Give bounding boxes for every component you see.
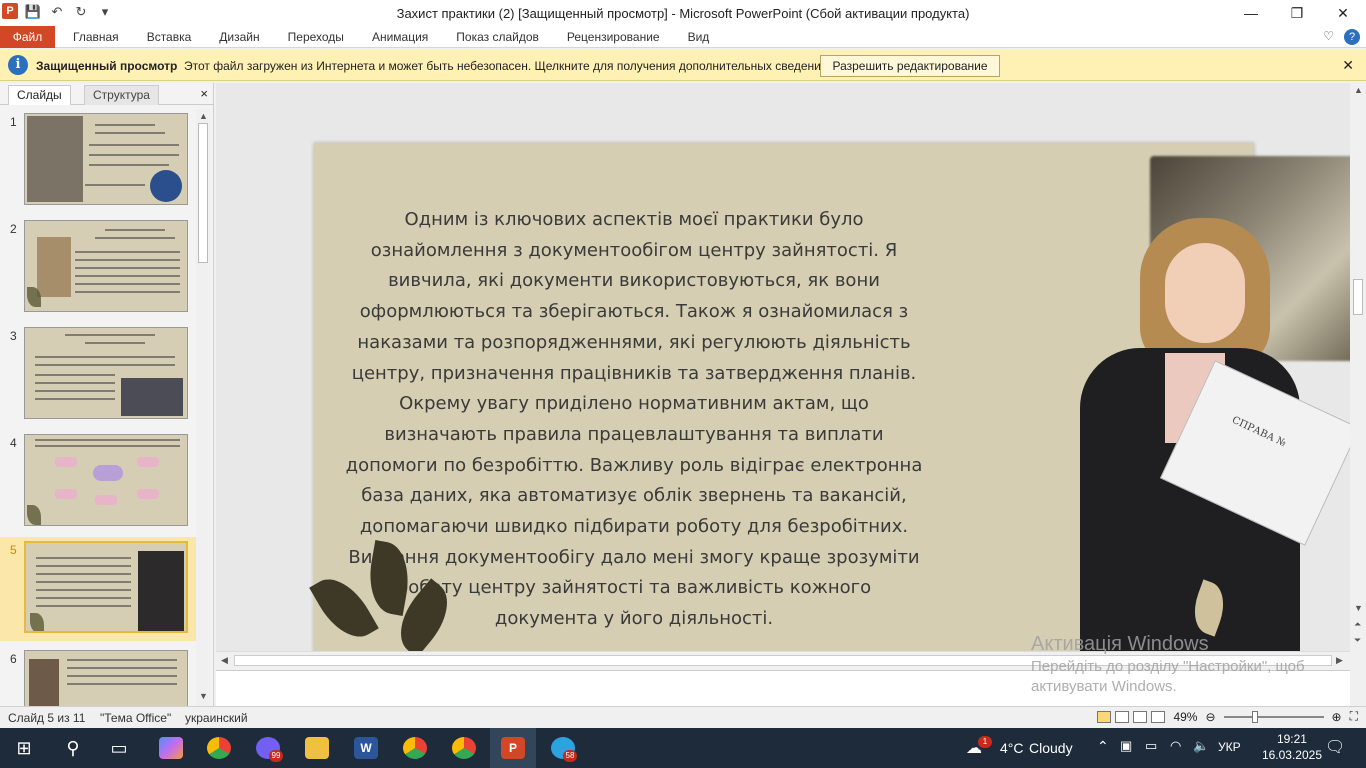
file-tab[interactable]: Файл	[0, 26, 55, 48]
help-icon[interactable]: ?	[1344, 29, 1360, 45]
weather-temp[interactable]: 4°C	[1000, 740, 1024, 756]
slide-canvas[interactable]: Одним із ключових аспектів моєї практики…	[309, 143, 1350, 651]
slides-pane: Слайды Структура × 1 2 3 4 5 6 ▲ ▼	[0, 83, 214, 706]
weather-badge: 1	[978, 736, 992, 748]
tab-animation[interactable]: Анимация	[372, 30, 428, 44]
zoom-in-icon[interactable]: ⊕	[1332, 710, 1342, 724]
slide-body-text[interactable]: Одним із ключових аспектів моєї практики…	[344, 205, 924, 635]
scroll-left-icon[interactable]: ◀	[221, 655, 228, 666]
thumbnails-scrollbar[interactable]: ▲ ▼	[196, 109, 210, 706]
person-photo: СПРАВА №	[1050, 218, 1350, 651]
volume-icon[interactable]: 🔈	[1193, 738, 1209, 754]
protected-view-bar: i Защищенный просмотр Этот файл загружен…	[0, 50, 1366, 81]
file-explorer-icon[interactable]	[305, 737, 329, 759]
slide-count: Слайд 5 из 11	[8, 711, 86, 725]
scroll-down-icon[interactable]: ▼	[1354, 603, 1363, 613]
tab-insert[interactable]: Вставка	[147, 30, 192, 44]
scrollbar-thumb[interactable]	[1353, 279, 1363, 315]
pane-close-icon[interactable]: ×	[200, 86, 208, 101]
viber-badge: 99	[269, 750, 283, 762]
zoom-slider[interactable]	[1223, 710, 1324, 723]
normal-view-icon[interactable]	[1097, 710, 1112, 723]
chrome-icon[interactable]	[452, 737, 476, 759]
word-icon[interactable]: W	[354, 737, 378, 759]
slide-thumbnail[interactable]: 6	[0, 646, 196, 706]
activation-watermark-text: Перейдіть до розділу "Настройки", щоб ак…	[1031, 658, 1305, 695]
scroll-up-icon[interactable]: ▲	[199, 111, 208, 121]
task-view-icon[interactable]: ▭	[104, 734, 134, 762]
status-bar: Слайд 5 из 11 "Тема Office" украинский 4…	[0, 706, 1366, 728]
slide-thumbnail[interactable]: 4	[0, 430, 196, 530]
slide-thumbnail[interactable]: 1	[0, 109, 196, 209]
theme-name[interactable]: "Тема Office"	[100, 711, 171, 725]
chrome-icon[interactable]	[207, 737, 231, 759]
window-controls: — ❐ ✕	[1228, 0, 1366, 26]
slide-thumbnails: 1 2 3 4 5 6	[0, 109, 196, 706]
scrollbar-thumb[interactable]	[198, 123, 208, 263]
fit-to-window-icon[interactable]: ⛶	[1350, 709, 1358, 724]
search-icon[interactable]: ⚲	[58, 734, 88, 762]
protected-view-title: Защищенный просмотр	[36, 59, 178, 73]
chrome-icon[interactable]	[403, 737, 427, 759]
meet-icon[interactable]: ▣	[1120, 738, 1132, 754]
weather-desc[interactable]: Cloudy	[1029, 740, 1073, 756]
tab-outline[interactable]: Структура	[84, 85, 159, 105]
telegram-badge: 58	[563, 750, 577, 762]
battery-icon[interactable]: ▭	[1145, 738, 1157, 754]
scroll-right-icon[interactable]: ▶	[1336, 655, 1343, 666]
tab-home[interactable]: Главная	[73, 30, 119, 44]
ribbon-tabs: Главная Вставка Дизайн Переходы Анимация…	[73, 30, 737, 44]
zoom-level[interactable]: 49%	[1173, 710, 1197, 724]
slide-thumbnail[interactable]: 2	[0, 216, 196, 316]
scroll-down-icon[interactable]: ▼	[199, 691, 208, 701]
tab-transitions[interactable]: Переходы	[288, 30, 344, 44]
maximize-button[interactable]: ❐	[1274, 0, 1320, 26]
info-icon: i	[8, 55, 28, 75]
tab-slides[interactable]: Слайды	[8, 85, 71, 105]
zoom-out-icon[interactable]: ⊖	[1205, 710, 1215, 724]
keyboard-language[interactable]: УКР	[1218, 740, 1241, 754]
next-slide-icon[interactable]: ⏷	[1354, 635, 1361, 646]
tab-review[interactable]: Рецензирование	[567, 30, 660, 44]
tab-design[interactable]: Дизайн	[219, 30, 259, 44]
windows-start-icon[interactable]: ⊞	[9, 734, 39, 762]
enable-editing-button[interactable]: Разрешить редактирование	[820, 55, 1000, 77]
protected-view-message[interactable]: Этот файл загружен из Интернета и может …	[184, 59, 831, 73]
copilot-icon[interactable]	[159, 737, 183, 759]
language[interactable]: украинский	[185, 711, 248, 725]
clock[interactable]: 19:21 16.03.2025	[1262, 731, 1322, 763]
slide-thumbnail[interactable]: 3	[0, 323, 196, 423]
wifi-icon[interactable]: ◠	[1170, 738, 1181, 754]
chevron-up-icon[interactable]: ⌃	[1097, 738, 1109, 755]
tab-view[interactable]: Вид	[688, 30, 710, 44]
ribbon: Файл Главная Вставка Дизайн Переходы Ани…	[0, 26, 1366, 48]
scroll-up-icon[interactable]: ▲	[1354, 85, 1363, 95]
slide-editor: Одним із ключових аспектів моєї практики…	[216, 83, 1350, 651]
taskbar: ⊞ ⚲ ▭ 99 W P 58 ☁ 1 4°C Cloudy ⌃ ▣ ▭ ◠ 🔈…	[0, 728, 1366, 768]
editor-vertical-scrollbar[interactable]: ▲ ▼ ⏶ ⏷	[1350, 83, 1366, 651]
title-bar: P 💾 ↶ ↻ ▾ Захист практики (2) [Защищенны…	[0, 0, 1366, 26]
close-button[interactable]: ✕	[1320, 0, 1366, 26]
ribbon-expand-icon[interactable]: ♡	[1323, 29, 1334, 45]
minimize-button[interactable]: —	[1228, 0, 1274, 26]
slide-sorter-icon[interactable]	[1115, 710, 1130, 723]
slide-thumbnail-selected[interactable]: 5	[0, 537, 196, 641]
activation-watermark: Активація Windows	[1031, 633, 1209, 655]
slideshow-view-icon[interactable]	[1151, 710, 1166, 723]
reading-view-icon[interactable]	[1133, 710, 1148, 723]
previous-slide-icon[interactable]: ⏶	[1354, 619, 1361, 630]
close-icon[interactable]: ✕	[1342, 57, 1354, 74]
notifications-icon[interactable]: 🗨	[1325, 737, 1345, 757]
powerpoint-icon[interactable]: P	[501, 737, 525, 759]
window-title: Захист практики (2) [Защищенный просмотр…	[396, 6, 970, 21]
tab-slideshow[interactable]: Показ слайдов	[456, 30, 539, 44]
